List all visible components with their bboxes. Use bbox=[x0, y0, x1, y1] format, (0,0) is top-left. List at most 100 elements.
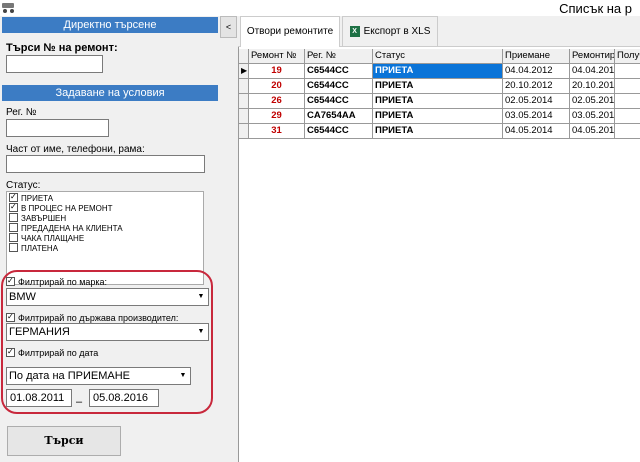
checkbox[interactable] bbox=[9, 213, 18, 223]
checkbox[interactable] bbox=[9, 193, 18, 203]
brand-select[interactable]: BMW ▼ bbox=[6, 288, 209, 306]
brand-select-value: BMW bbox=[9, 291, 36, 303]
accepted-date[interactable]: 20.10.2012 bbox=[503, 79, 570, 94]
column-header[interactable]: Ремонт № bbox=[249, 49, 305, 64]
repaired-date[interactable]: 04.05.2014 bbox=[570, 124, 615, 139]
repair-number[interactable]: 26 bbox=[249, 94, 305, 109]
column-header[interactable]: Приемане bbox=[503, 49, 570, 64]
status-cell[interactable]: ПРИЕТА bbox=[373, 64, 503, 79]
date-to-input[interactable]: 05.08.2016 bbox=[89, 389, 159, 407]
checkbox[interactable] bbox=[9, 233, 18, 243]
date-mode-value: По дата на ПРИЕМАНЕ bbox=[9, 370, 130, 382]
car-icon bbox=[2, 3, 16, 13]
window-title: Списък на р bbox=[559, 1, 632, 16]
status-item-label: ЗАВЪРШЕН bbox=[21, 214, 67, 223]
repair-number[interactable]: 19 bbox=[249, 64, 305, 79]
status-item-label: ПРЕДАДЕНА НА КЛИЕНТА bbox=[21, 224, 123, 233]
brand-filter-toggle[interactable]: Филтрирай по марка: bbox=[6, 277, 107, 287]
country-filter-label: Филтрирай по държава производител: bbox=[18, 313, 179, 323]
repaired-date[interactable]: 20.10.2012 bbox=[570, 79, 615, 94]
accepted-date[interactable]: 04.04.2012 bbox=[503, 64, 570, 79]
accepted-date[interactable]: 03.05.2014 bbox=[503, 109, 570, 124]
status-cell[interactable]: ПРИЕТА bbox=[373, 79, 503, 94]
country-select[interactable]: ГЕРМАНИЯ ▼ bbox=[6, 323, 209, 341]
reg-number[interactable]: C6544CC bbox=[305, 124, 373, 139]
status-item-paid[interactable]: ПЛАТЕНА bbox=[9, 243, 59, 254]
tab-open-repairs[interactable]: Отвори ремонтите bbox=[240, 16, 340, 47]
received-date[interactable] bbox=[615, 94, 640, 109]
repair-number[interactable]: 31 bbox=[249, 124, 305, 139]
tab-bar: Отвори ремонтите X Експорт в XLS bbox=[238, 16, 640, 47]
status-item-label: ЧАКА ПЛАЩАНЕ bbox=[21, 234, 85, 243]
reg-number-label: Рег. № bbox=[6, 107, 37, 118]
column-header[interactable]: Статус bbox=[373, 49, 503, 64]
received-date[interactable] bbox=[615, 79, 640, 94]
repair-number-input[interactable] bbox=[6, 55, 103, 73]
repair-number[interactable]: 29 bbox=[249, 109, 305, 124]
reg-number[interactable]: C6544CC bbox=[305, 94, 373, 109]
country-select-value: ГЕРМАНИЯ bbox=[9, 326, 70, 338]
checkbox[interactable] bbox=[9, 223, 18, 233]
row-header[interactable] bbox=[239, 79, 249, 94]
received-date[interactable] bbox=[615, 64, 640, 79]
filter-panel: Директно търсене Търси № на ремонт: Зада… bbox=[0, 16, 218, 462]
checkbox[interactable] bbox=[9, 243, 18, 253]
tab-export-xls[interactable]: X Експорт в XLS bbox=[342, 16, 438, 46]
row-header[interactable] bbox=[239, 94, 249, 109]
search-button[interactable]: Търси bbox=[7, 426, 121, 456]
repair-number-label: Търси № на ремонт: bbox=[6, 42, 118, 54]
status-label: Статус: bbox=[6, 180, 41, 191]
reg-number[interactable]: C6544CC bbox=[305, 64, 373, 79]
checkbox[interactable] bbox=[6, 313, 15, 323]
title-bar: Списък на р bbox=[0, 0, 640, 16]
checkbox[interactable] bbox=[6, 348, 15, 358]
repair-number[interactable]: 20 bbox=[249, 79, 305, 94]
date-mode-select[interactable]: По дата на ПРИЕМАНЕ ▼ bbox=[6, 367, 191, 385]
checkbox[interactable] bbox=[9, 203, 18, 213]
received-date[interactable] bbox=[615, 109, 640, 124]
accepted-date[interactable]: 04.05.2014 bbox=[503, 124, 570, 139]
excel-icon: X bbox=[349, 25, 360, 37]
status-item-delivered[interactable]: ПРЕДАДЕНА НА КЛИЕНТА bbox=[9, 223, 123, 234]
tab-label: Експорт в XLS bbox=[363, 26, 431, 37]
brand-filter-label: Филтрирай по марка: bbox=[18, 277, 108, 287]
direct-search-header: Директно търсене bbox=[2, 17, 218, 33]
name-phone-input[interactable] bbox=[6, 155, 205, 173]
name-phone-label: Част от име, телефони, рама: bbox=[6, 144, 145, 155]
date-from-input[interactable]: 01.08.2011 bbox=[6, 389, 72, 407]
status-item-label: ПЛАТЕНА bbox=[21, 244, 59, 253]
row-header[interactable] bbox=[239, 124, 249, 139]
column-header[interactable]: Получ bbox=[615, 49, 640, 64]
collapse-panel-button[interactable]: < bbox=[220, 16, 237, 38]
status-item-awaiting-payment[interactable]: ЧАКА ПЛАЩАНЕ bbox=[9, 233, 85, 244]
reg-number-input[interactable] bbox=[6, 119, 109, 137]
chevron-down-icon[interactable]: ▼ bbox=[178, 371, 188, 381]
row-header-corner bbox=[239, 49, 249, 64]
date-filter-label: Филтрирай по дата bbox=[18, 348, 99, 358]
date-range-separator: – bbox=[76, 396, 83, 408]
date-filter-toggle[interactable]: Филтрирай по дата bbox=[6, 348, 98, 358]
reg-number[interactable]: C6544CC bbox=[305, 79, 373, 94]
row-header[interactable] bbox=[239, 109, 249, 124]
chevron-down-icon[interactable]: ▼ bbox=[196, 292, 206, 302]
repaired-date[interactable]: 02.05.2014 bbox=[570, 94, 615, 109]
received-date[interactable] bbox=[615, 124, 640, 139]
country-filter-toggle[interactable]: Филтрирай по държава производител: bbox=[6, 313, 178, 323]
tab-label: Отвори ремонтите bbox=[246, 26, 334, 37]
status-item-label: В ПРОЦЕС НА РЕМОНТ bbox=[21, 204, 113, 213]
repaired-date[interactable]: 03.05.2014 bbox=[570, 109, 615, 124]
checkbox[interactable] bbox=[6, 277, 15, 287]
repaired-date[interactable]: 04.04.2012 bbox=[570, 64, 615, 79]
status-item-in-progress[interactable]: В ПРОЦЕС НА РЕМОНТ bbox=[9, 203, 113, 214]
status-cell[interactable]: ПРИЕТА bbox=[373, 124, 503, 139]
status-cell[interactable]: ПРИЕТА bbox=[373, 94, 503, 109]
chevron-down-icon[interactable]: ▼ bbox=[196, 327, 206, 337]
status-item-label: ПРИЕТА bbox=[21, 194, 54, 203]
column-header[interactable]: Рег. № bbox=[305, 49, 373, 64]
repairs-grid: Ремонт № Рег. № Статус Приемане Ремонтир… bbox=[238, 47, 640, 462]
reg-number[interactable]: CA7654AA bbox=[305, 109, 373, 124]
status-cell[interactable]: ПРИЕТА bbox=[373, 109, 503, 124]
column-header[interactable]: Ремонтиране bbox=[570, 49, 615, 64]
accepted-date[interactable]: 02.05.2014 bbox=[503, 94, 570, 109]
row-pointer-icon[interactable]: ▶ bbox=[239, 64, 249, 79]
